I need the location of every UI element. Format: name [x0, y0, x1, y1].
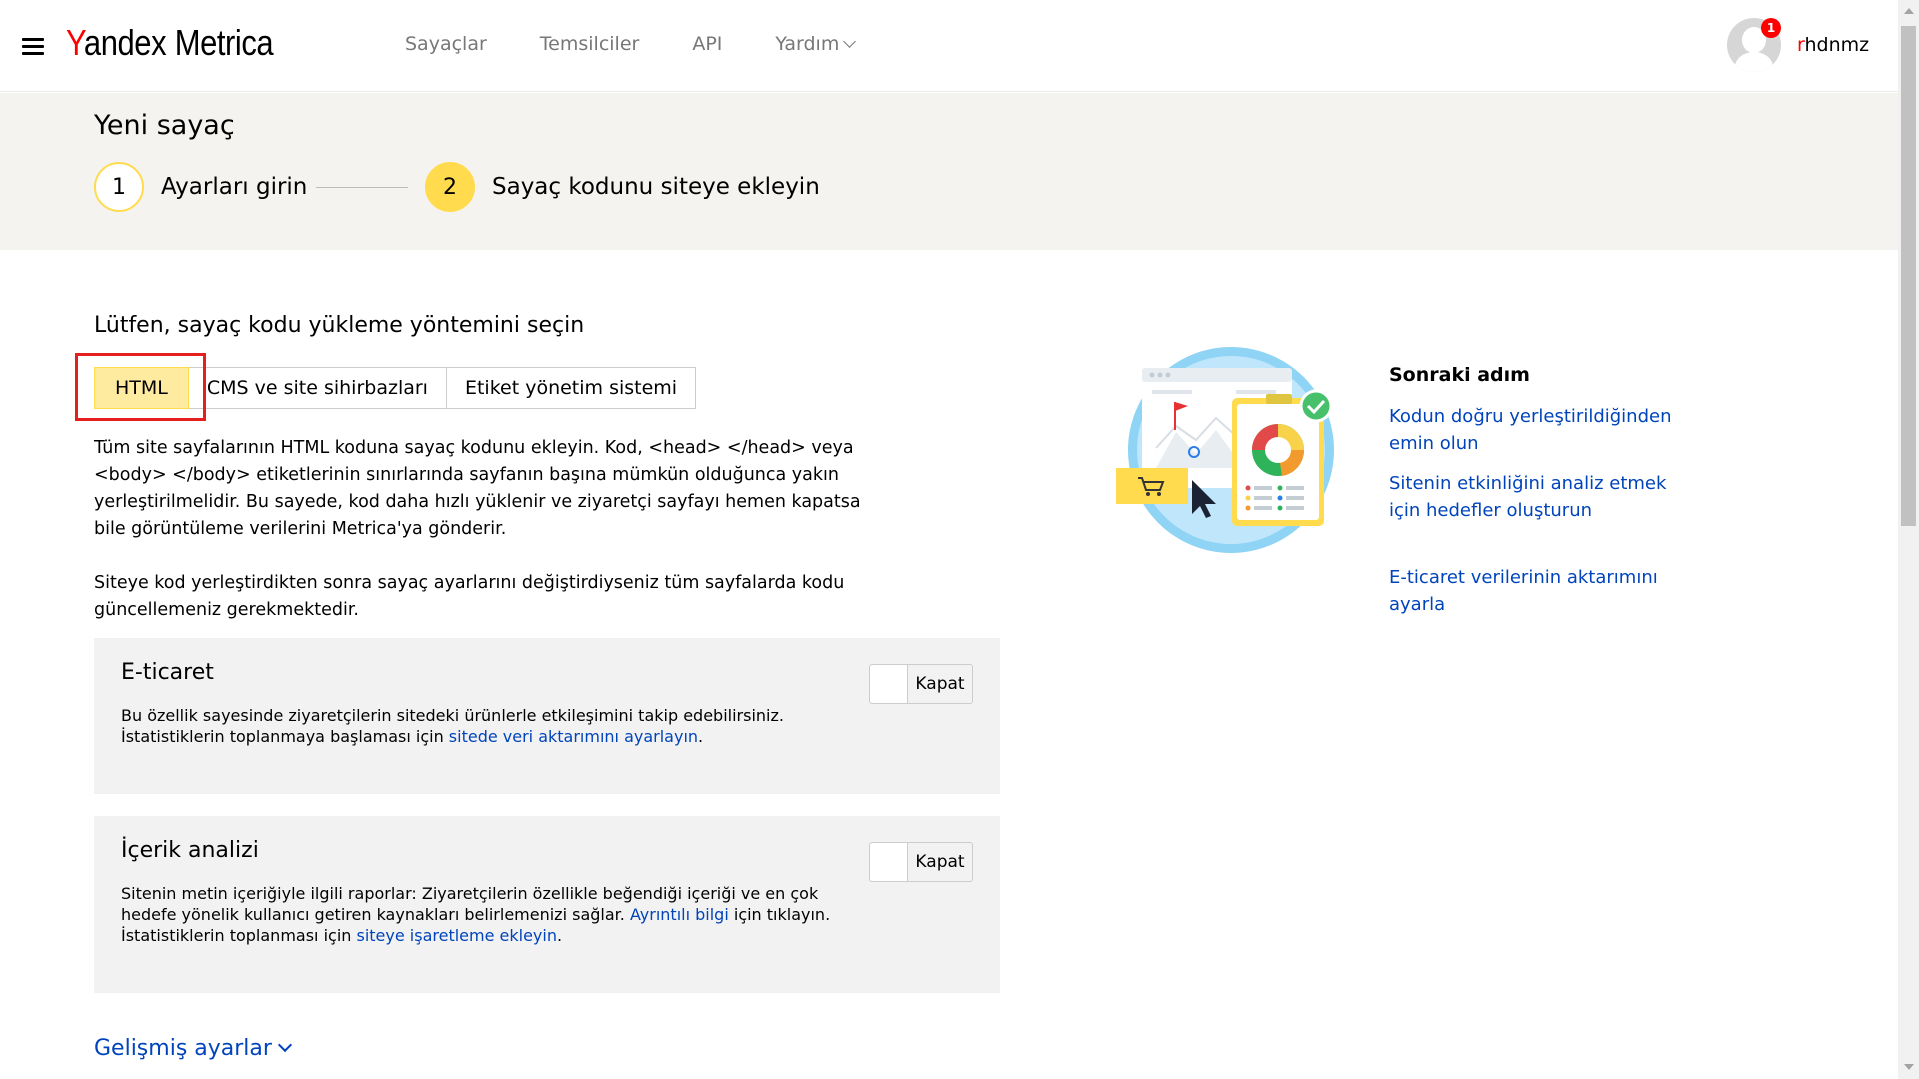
page-scrollbar[interactable] — [1898, 0, 1919, 1079]
ecommerce-card: E-ticaret Bu özellik sayesinde ziyaretçi… — [94, 638, 1000, 794]
install-method-title: Lütfen, sayaç kodu yükleme yöntemini seç… — [94, 313, 585, 338]
add-markup-link[interactable]: siteye işaretleme ekleyin — [357, 926, 557, 945]
yandex-metrica-logo[interactable]: Yandex Metrica — [66, 22, 274, 64]
content-analysis-title: İçerik analizi — [121, 838, 259, 863]
main-nav: Sayaçlar Temsilciler API Yardım — [405, 33, 907, 55]
username-rest: hdnmz — [1804, 34, 1870, 56]
logo-yandex: andex — [83, 22, 167, 63]
advanced-settings-link[interactable]: Gelişmiş ayarlar — [94, 1036, 293, 1061]
chevron-down-icon — [843, 35, 857, 48]
step-1-number: 1 — [94, 162, 144, 212]
content-analysis-description: Sitenin metin içeriğiyle ilgili raporlar… — [121, 883, 861, 946]
chevron-down-icon — [277, 1037, 293, 1053]
more-info-link[interactable]: Ayrıntılı bilgi — [630, 905, 729, 924]
ecommerce-toggle[interactable]: Kapat — [869, 664, 973, 704]
scroll-up-arrow-icon[interactable] — [1904, 8, 1914, 14]
username[interactable]: rhdnmz — [1797, 34, 1869, 56]
content-analysis-card: İçerik analizi Sitenin metin içeriğiyle … — [94, 816, 1000, 993]
step-2: 2 Sayaç kodunu siteye ekleyin — [425, 162, 820, 212]
toggle-label: Kapat — [915, 674, 965, 694]
toggle-knob — [870, 843, 908, 881]
nav-api[interactable]: API — [692, 33, 722, 55]
logo-metrica: Metrica — [174, 22, 274, 63]
tab-cms[interactable]: CMS ve site sihirbazları — [188, 367, 447, 409]
ecommerce-setup-link[interactable]: sitede veri aktarımını ayarlayın — [449, 727, 698, 746]
content-text-3: İstatistiklerin toplanması için — [121, 926, 357, 945]
tab-tag-manager[interactable]: Etiket yönetim sistemi — [446, 367, 697, 409]
step-2-label: Sayaç kodunu siteye ekleyin — [492, 174, 820, 200]
verify-code-link[interactable]: Kodun doğru yerleştirildiğinden emin olu… — [1389, 403, 1679, 457]
update-code-note: Siteye kod yerleştirdikten sonra sayaç a… — [94, 573, 845, 620]
scroll-down-arrow-icon[interactable] — [1904, 1064, 1914, 1070]
ecommerce-description: Bu özellik sayesinde ziyaretçilerin site… — [121, 705, 861, 747]
advanced-settings-label: Gelişmiş ayarlar — [94, 1036, 272, 1061]
step-1[interactable]: 1 Ayarları girin — [94, 162, 307, 212]
nav-representatives[interactable]: Temsilciler — [540, 33, 640, 55]
html-instructions: Tüm site sayfalarının HTML koduna sayaç … — [94, 438, 861, 539]
user-menu[interactable]: 1 rhdnmz — [1727, 18, 1887, 72]
ecommerce-text-3: . — [698, 727, 704, 746]
page-title: Yeni sayaç — [94, 110, 235, 141]
logo-letter-y: Y — [66, 22, 84, 63]
nav-help[interactable]: Yardım — [775, 33, 857, 55]
ecommerce-text-2: İstatistiklerin toplanmaya başlaması içi… — [121, 727, 449, 746]
ecommerce-transfer-link[interactable]: E-ticaret verilerinin aktarımını ayarla — [1389, 564, 1679, 618]
step-connector — [316, 187, 408, 188]
nav-counters[interactable]: Sayaçlar — [405, 33, 487, 55]
analytics-illustration — [1116, 347, 1334, 553]
ecommerce-title: E-ticaret — [121, 660, 214, 685]
content-analysis-toggle[interactable]: Kapat — [869, 842, 973, 882]
html-tab-highlight-box — [75, 353, 206, 421]
ecommerce-text-1: Bu özellik sayesinde ziyaretçilerin site… — [121, 706, 784, 725]
menu-icon[interactable] — [22, 38, 44, 56]
notification-badge[interactable]: 1 — [1761, 18, 1781, 38]
next-step-title: Sonraki adım — [1389, 364, 1530, 386]
create-goals-link[interactable]: Sitenin etkinliğini analiz etmek için he… — [1389, 470, 1679, 524]
scroll-thumb[interactable] — [1901, 26, 1916, 526]
toggle-knob — [870, 665, 908, 703]
step-1-label: Ayarları girin — [161, 174, 308, 200]
toggle-label: Kapat — [915, 852, 965, 872]
nav-help-label: Yardım — [775, 33, 840, 55]
step-2-number: 2 — [425, 162, 475, 212]
top-header: Yandex Metrica Sayaçlar Temsilciler API Y… — [0, 0, 1898, 92]
content-text-4: . — [556, 926, 563, 945]
content-text-2: için tıklayın. — [728, 905, 831, 924]
